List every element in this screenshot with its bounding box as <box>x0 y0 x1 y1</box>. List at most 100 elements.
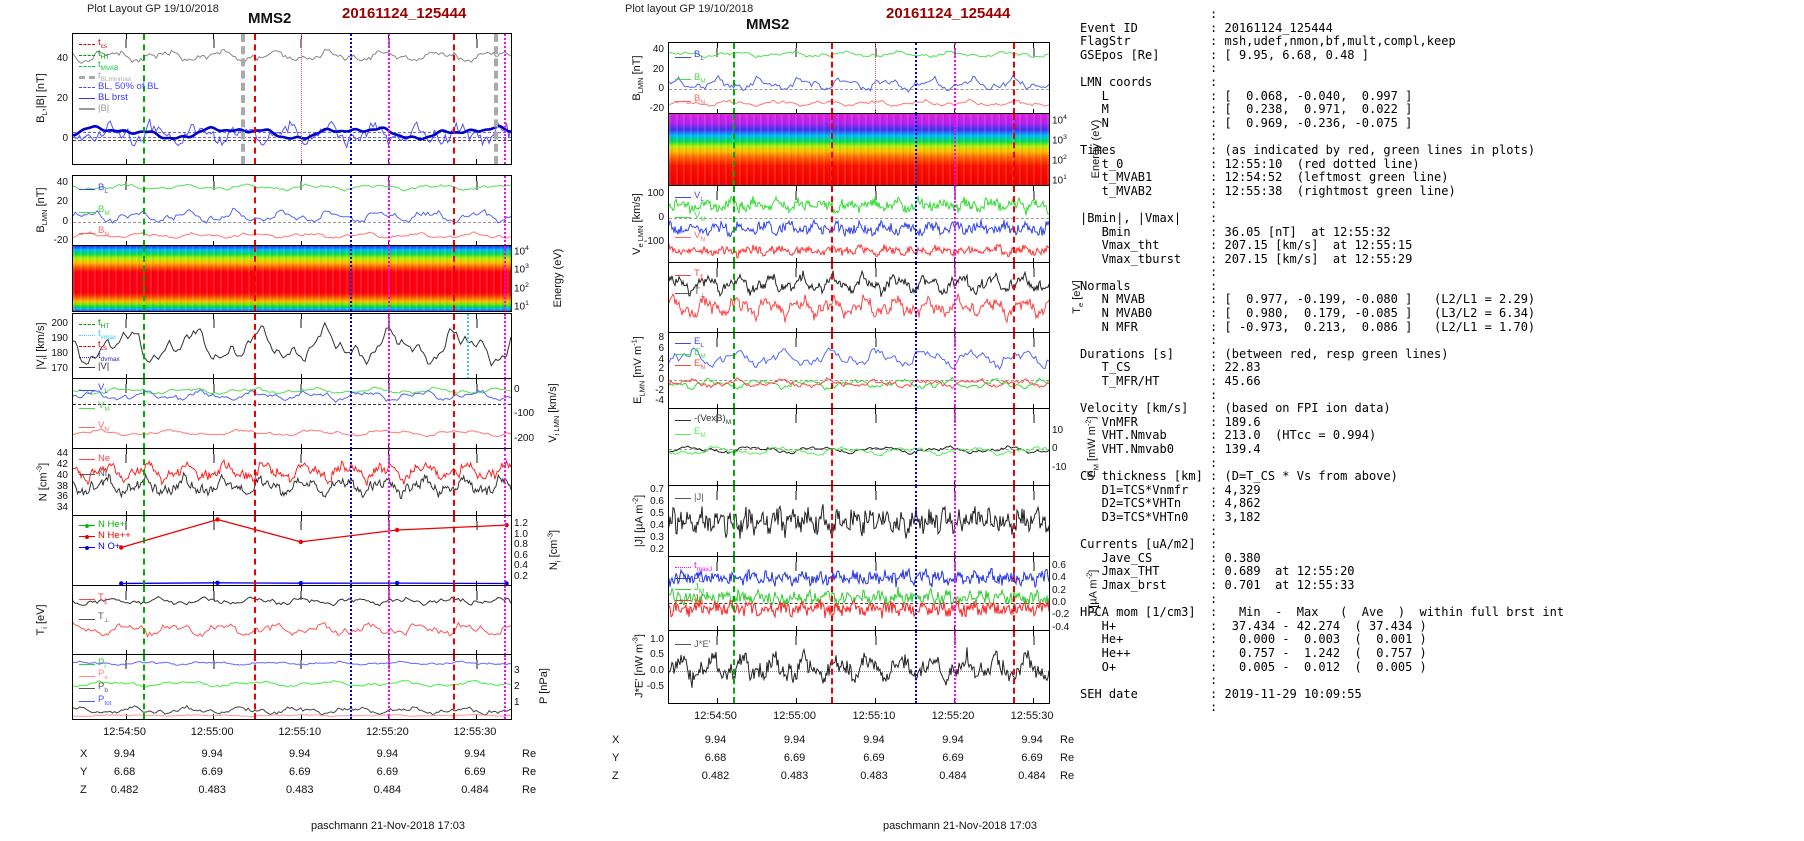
marker-line-t-cs-start-red <box>831 631 834 703</box>
y-axis-label: N [cm-3] <box>34 462 50 501</box>
panel-middle-ve-lmn: VL VM VN <box>668 185 1050 264</box>
y-tick-label: 104 <box>514 245 529 258</box>
legend-line-sample <box>675 365 691 367</box>
legend-item-v-l: VL <box>675 189 704 205</box>
y-tick-label: 0.8 <box>514 539 528 551</box>
legend-item-ne: Ne <box>79 454 110 464</box>
legend-line-sample <box>79 618 95 620</box>
y-axis-label-right: Te [eV] <box>1070 280 1086 314</box>
marker-line-t-dvmax-blue <box>914 486 917 557</box>
series-canvas-vi-lmn <box>73 386 511 438</box>
legend-line-sample <box>79 599 95 601</box>
marker-line-t-cs-start-red <box>253 449 256 516</box>
position-value: 0.483 <box>285 784 314 796</box>
position-value: 0.483 <box>198 784 226 796</box>
spacecraft-title: MMS2 <box>746 16 790 33</box>
series-BN <box>73 231 511 239</box>
event-id: 20161124_125444 <box>886 5 1011 22</box>
marker-line-t-cs-start-red <box>253 586 256 655</box>
y-tick-label: -0.2 <box>1052 609 1070 621</box>
series-Tperp <box>73 596 511 607</box>
marker-line-t-maxj-magenta <box>388 34 391 164</box>
legend-label: VM <box>694 209 706 223</box>
series-Tepar <box>669 293 1049 324</box>
legend-item-j-e-: J*E' <box>675 638 711 650</box>
y-tick-label: 101 <box>514 299 529 313</box>
legend-item-v-m: VM <box>675 209 706 225</box>
legend-line-sample <box>79 324 95 326</box>
marker-line-t-dvmax-blue <box>914 333 917 409</box>
marker-line-t-maxj-magenta <box>388 655 391 719</box>
position-row-label-z: Z <box>612 770 619 782</box>
legend-label: J*E' <box>694 638 711 650</box>
marker-line-t-maxj-magenta <box>954 631 956 703</box>
legend-line-sample <box>79 189 95 191</box>
legend-label: VM <box>98 400 110 414</box>
legend-label: EN <box>694 358 706 371</box>
y-tick-label: -10 <box>1052 461 1067 473</box>
marker-line-t-mvab1-green <box>732 263 735 333</box>
marker-line-t-jmax-brst-magenta <box>504 246 507 311</box>
legend-line-sample <box>79 523 95 528</box>
marker-line-t-mvab1-green <box>732 43 735 114</box>
marker-line-t-maxj-magenta <box>954 486 956 557</box>
marker-line-t-mvab1-green <box>143 314 146 379</box>
legend-label: VL <box>694 189 704 203</box>
y-tick-label: 0.2 <box>1052 585 1066 597</box>
series-BM <box>73 183 511 192</box>
marker-line-t-cs-end-red <box>1012 186 1015 263</box>
position-value: 9.94 <box>113 748 136 760</box>
y-axis-label: J*E' [nW m-3] <box>630 634 646 698</box>
legend-line-sample <box>79 86 95 88</box>
marker-line-t-cs-end-red <box>1012 333 1015 409</box>
legend-label: T⊥ <box>694 285 706 299</box>
marker-line-t-maxj-magenta <box>388 586 391 655</box>
marker-line-t-cs-start-red <box>831 333 834 409</box>
marker-line-t-cs-end-red <box>453 379 456 449</box>
data-point-NHe++ <box>298 539 303 545</box>
panel-left-vi-lmn: VL VM VN <box>72 378 512 450</box>
legend-line-sample <box>79 76 95 80</box>
marker-line-t-cs-start-red <box>253 379 256 449</box>
series-VeN <box>669 243 1049 259</box>
marker-line-t-maxj-magenta <box>954 186 956 263</box>
legend-label: BL, 50% of BL <box>98 81 159 92</box>
marker-line-t-mvab1-green <box>143 379 146 449</box>
position-row-label-y: Y <box>80 766 88 778</box>
legend-line-sample <box>675 600 691 602</box>
y-tick-label: 102 <box>514 281 529 294</box>
position-value: 6.68 <box>113 766 136 778</box>
series-Pi <box>73 679 511 688</box>
position-unit: Re <box>522 784 537 796</box>
marker-line-t-cs-start-red <box>831 486 834 557</box>
position-value: 6.69 <box>289 766 311 778</box>
legend-item--j-: |J| <box>675 493 704 503</box>
position-value: 9.94 <box>1021 734 1043 746</box>
y-tick-label: 1 <box>514 697 520 708</box>
y-tick-label: 2 <box>514 681 520 692</box>
legend-line-sample <box>79 427 95 429</box>
marker-line-t-jmax-brst-magenta <box>504 34 507 164</box>
marker-line-t-mvab1-green <box>143 655 146 719</box>
footer-credit: paschmann 21-Nov-2018 17:03 <box>882 820 1038 832</box>
series-canvas-jdote <box>669 647 1049 688</box>
series-canvas-j-lmn <box>669 567 1049 619</box>
series-canvas-vi-mag <box>73 321 511 367</box>
position-value: 9.94 <box>783 734 806 746</box>
series-canvas-bl-btot <box>73 48 511 149</box>
legend-line-sample <box>79 675 95 677</box>
series-canvas-jmag <box>669 504 1049 539</box>
legend-label: JN <box>694 593 704 606</box>
series-JdotE <box>669 647 1049 688</box>
marker-line-t-cs-end-red <box>1012 263 1015 333</box>
position-value: 0.484 <box>939 770 967 782</box>
position-value: 0.483 <box>860 770 888 782</box>
legend-line-sample <box>675 237 691 239</box>
position-value: 9.94 <box>863 734 885 746</box>
marker-line-t-jmax-brst-magenta <box>504 314 507 379</box>
legend-label: BL brst <box>98 92 128 103</box>
series-JN <box>669 599 1049 619</box>
legend-label: |V| <box>98 361 110 372</box>
event-info-text: : Event ID : 20161124_125444 FlagStr : m… <box>1080 7 1565 715</box>
legend-line-sample <box>675 293 691 295</box>
